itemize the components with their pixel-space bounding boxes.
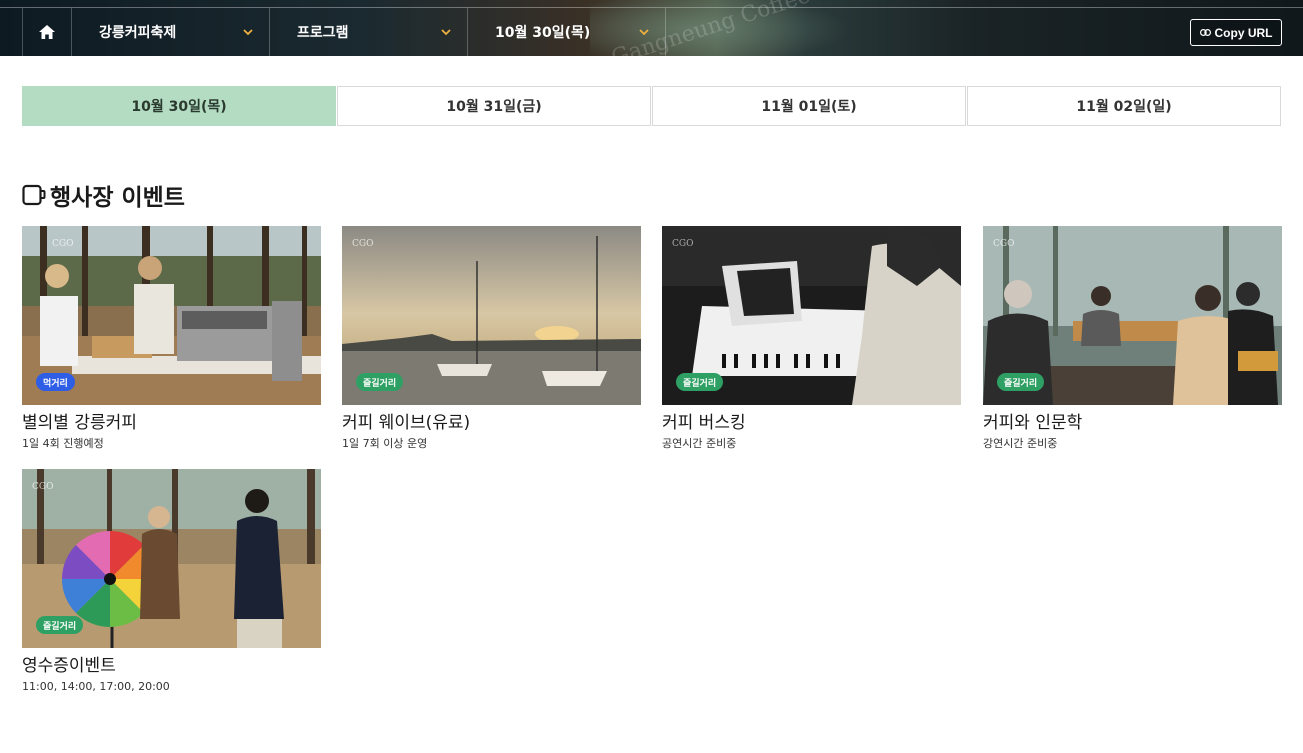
copy-url-button[interactable]: Copy URL [1190, 19, 1282, 46]
event-thumbnail[interactable]: CGO 즐길거리 [983, 226, 1282, 405]
svg-text:CGO: CGO [52, 239, 73, 249]
event-thumbnail[interactable]: CGO 즐길거리 [662, 226, 961, 405]
nav-dropdown-date[interactable]: 10월 30일(목) [468, 8, 666, 56]
date-tabs: 10월 30일(목) 10월 31일(금) 11월 01일(토) 11월 02일… [22, 86, 1281, 126]
event-thumbnail[interactable]: CGO 먹거리 [22, 226, 321, 405]
svg-text:CGO: CGO [32, 482, 53, 492]
nav-dropdown-festival-label: 강릉커피축제 [99, 25, 177, 41]
home-button[interactable] [22, 8, 72, 56]
event-thumbnail[interactable]: CGO 즐길거리 [342, 226, 641, 405]
event-card-byeol[interactable]: CGO 먹거리 별의별 강릉커피 1일 4회 진행예정 [22, 226, 321, 451]
nav-dropdown-date-label: 10월 30일(목) [495, 25, 591, 41]
category-badge: 즐길거리 [356, 373, 404, 391]
event-title[interactable]: 커피와 인문학 [983, 413, 1282, 433]
nav-dropdown-program-label: 프로그램 [297, 25, 349, 41]
coffee-cup-icon [22, 184, 46, 206]
chevron-down-icon [639, 29, 649, 36]
category-badge: 즐길거리 [36, 616, 84, 634]
link-icon [1199, 29, 1211, 36]
home-icon [39, 25, 55, 39]
event-title[interactable]: 커피 버스킹 [662, 413, 961, 433]
event-title[interactable]: 영수증이벤트 [22, 656, 321, 676]
nav-dropdown-festival[interactable]: 강릉커피축제 [72, 8, 270, 56]
event-thumbnail[interactable]: CGO 즐길거리 [22, 469, 321, 648]
nav-dropdown-program[interactable]: 프로그램 [270, 8, 468, 56]
event-subtitle: 11:00, 14:00, 17:00, 20:00 [22, 680, 170, 693]
tab-nov-01[interactable]: 11월 01일(토) [652, 86, 966, 126]
event-card-busking[interactable]: CGO 즐길거리 커피 버스킹 공연시간 준비중 [662, 226, 961, 451]
svg-text:CGO: CGO [993, 239, 1014, 249]
chevron-down-icon [441, 29, 451, 36]
event-subtitle: 1일 7회 이상 운영 [342, 437, 428, 450]
svg-text:CGO: CGO [352, 239, 373, 249]
event-subtitle: 공연시간 준비중 [662, 437, 737, 450]
event-title[interactable]: 커피 웨이브(유료) [342, 413, 641, 433]
section-title: 행사장 이벤트 [50, 185, 185, 211]
header-bar: Gangneung Coffee Festival 강릉커피축제 프로그램 10… [0, 0, 1303, 56]
category-badge: 즐길거리 [676, 373, 724, 391]
copy-url-label: Copy URL [1214, 25, 1273, 40]
breadcrumb-nav: 강릉커피축제 프로그램 10월 30일(목) [22, 8, 666, 56]
category-badge: 먹거리 [36, 373, 75, 391]
event-card-wave[interactable]: CGO 즐길거리 커피 웨이브(유료) 1일 7회 이상 운영 [342, 226, 641, 451]
event-card-humanities[interactable]: CGO 즐길거리 커피와 인문학 강연시간 준비중 [983, 226, 1282, 451]
section-heading: 행사장 이벤트 [22, 180, 185, 211]
svg-text:CGO: CGO [672, 239, 693, 249]
event-title[interactable]: 별의별 강릉커피 [22, 413, 321, 433]
category-badge: 즐길거리 [997, 373, 1045, 391]
tab-oct-31[interactable]: 10월 31일(금) [337, 86, 651, 126]
event-subtitle: 강연시간 준비중 [983, 437, 1058, 450]
tab-nov-02[interactable]: 11월 02일(일) [967, 86, 1281, 126]
chevron-down-icon [243, 29, 253, 36]
tab-oct-30[interactable]: 10월 30일(목) [22, 86, 336, 126]
event-card-receipt[interactable]: CGO 즐길거리 영수증이벤트 11:00, 14:00, 17:00, 20:… [22, 469, 321, 694]
event-subtitle: 1일 4회 진행예정 [22, 437, 104, 450]
